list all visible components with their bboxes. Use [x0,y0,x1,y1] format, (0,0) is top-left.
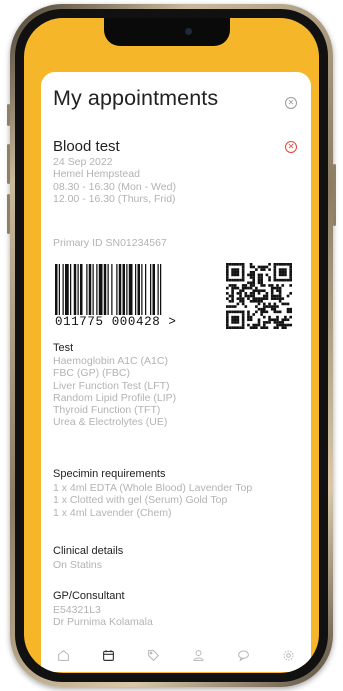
test-item: Haemoglobin A1C (A1C) [53,355,168,367]
tab-home[interactable] [56,647,72,663]
clinical-heading: Clinical details [53,545,124,557]
tab-profile[interactable] [191,647,207,663]
specimen-item: 1 x 4ml Lavender (Chem) [53,506,172,519]
appointment-date: 24 Sep 2022 [53,156,113,168]
notch [104,18,230,46]
settings-icon [283,650,294,660]
close-icon[interactable]: ✕ [285,97,297,109]
appointment-hours-late: 12.00 - 16.30 (Thurs, Frid) [53,192,176,205]
appointments-card: My appointments ✕ Blood test ✕ 24 Sep 20… [41,72,311,672]
mute-switch [7,104,10,126]
primary-id: Primary ID SN01234567 [53,237,167,249]
test-heading: Test [53,342,74,354]
gp-heading: GP/Consultant [53,590,125,602]
appointment-location: Hemel Hempstead [53,168,140,181]
barcode-number: 011775 000428 > [53,315,179,329]
phone-frame: My appointments ✕ Blood test ✕ 24 Sep 20… [7,4,336,687]
specimen-item: 1 x Clotted with gel (Serum) Gold Top [53,494,228,507]
power-button [333,164,336,226]
gp-code: E54321L3 [53,604,101,616]
tab-calendar[interactable] [101,647,117,663]
test-item: Thyroid Function (TFT) [53,404,161,417]
test-list: Haemoglobin A1C (A1C) FBC (GP) (FBC) Liv… [53,355,176,429]
test-item: Liver Function Test (LFT) [53,379,170,392]
tab-messages[interactable] [236,647,252,663]
volume-up-button [7,144,10,184]
test-item: FBC (GP) (FBC) [53,367,130,380]
clinical-item: On Statins [53,559,103,571]
specimen-item: 1 x 4ml EDTA (Whole Blood) Lavender Top [53,482,253,494]
tab-bar [41,644,311,666]
appointment-details: 24 Sep 2022 Hemel Hempstead 08.30 - 16.3… [53,156,176,205]
gp-list: E54321L3 Dr Purnima Kolamala [53,604,153,629]
cancel-appointment-icon[interactable]: ✕ [285,141,297,153]
clinical-list: On Statins [53,559,102,571]
user-icon [193,649,204,661]
specimen-list: 1 x 4ml EDTA (Whole Blood) Lavender Top … [53,482,252,519]
home-icon [58,649,69,661]
page-title: My appointments [53,86,219,110]
appointment-hours-weekday: 08.30 - 16.30 (Mon - Wed) [53,180,176,193]
specimen-heading: Specimin requirements [53,468,166,480]
phone-bezel: My appointments ✕ Blood test ✕ 24 Sep 20… [15,9,328,682]
test-item: Urea & Electrolytes (UE) [53,416,168,429]
volume-down-button [7,194,10,234]
appointment-title: Blood test [53,138,120,155]
qr-code-image [226,263,292,329]
tab-tags[interactable] [146,647,162,663]
tag-icon [148,649,160,661]
screen: My appointments ✕ Blood test ✕ 24 Sep 20… [24,18,319,673]
tab-settings[interactable] [281,647,297,663]
calendar-icon [103,649,114,661]
camera-icon [185,28,192,35]
test-item: Random Lipid Profile (LIP) [53,391,177,404]
gp-name: Dr Purnima Kolamala [53,616,153,629]
chat-icon [238,650,249,662]
